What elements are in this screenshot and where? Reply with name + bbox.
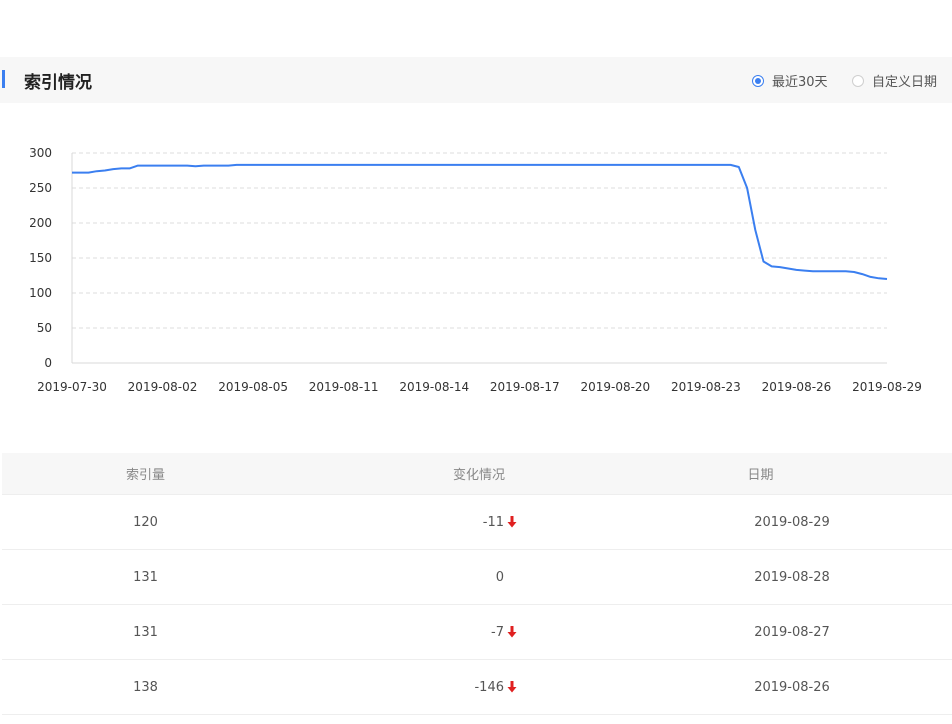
x-tick-label: 2019-08-29 [852, 380, 922, 394]
y-tick-label: 200 [29, 216, 52, 230]
table-row: 120 -11 2019-08-29 [2, 495, 952, 550]
cell-change: -146 [289, 680, 517, 695]
cell-change: -7 [289, 625, 517, 640]
y-tick-label: 100 [29, 286, 52, 300]
range-option-last-30-days[interactable]: 最近30天 [752, 71, 828, 90]
y-tick-label: 250 [29, 181, 52, 195]
cell-change: 0 [289, 570, 517, 585]
cell-count: 131 [133, 569, 158, 585]
table-row: 131 0 2019-08-28 [2, 550, 952, 605]
header-count: 索引量 [125, 468, 165, 483]
cell-count: 138 [133, 679, 158, 695]
y-tick-label: 300 [29, 146, 52, 160]
x-tick-label: 2019-08-05 [218, 380, 288, 394]
table-row: 131 -7 2019-08-27 [2, 605, 952, 660]
cell-date: 2019-08-28 [754, 569, 830, 585]
x-tick-label: 2019-08-11 [309, 380, 379, 394]
index-table: 索引量 变化情况 日期 120 -11 2019-08-29 131 0 2019-08-… [2, 453, 952, 715]
change-value: -11 [482, 514, 504, 530]
x-tick-label: 2019-08-26 [762, 380, 832, 394]
range-option-label: 最近30天 [772, 75, 828, 90]
y-tick-label: 0 [44, 356, 52, 370]
header-date: 日期 [747, 468, 774, 483]
radio-unchecked-icon[interactable] [852, 74, 864, 87]
x-tick-label: 2019-08-17 [490, 380, 560, 394]
table-header: 索引量 变化情况 日期 [2, 453, 952, 495]
cell-date: 2019-08-29 [754, 514, 830, 530]
section-title: 索引情况 [24, 73, 92, 93]
cell-change: -11 [289, 515, 517, 530]
table-row: 138 -146 2019-08-26 [2, 660, 952, 715]
index-line-chart: 0 50 100 150 200 250 300 2019-07-30 2019-08-02 20… [29, 146, 922, 394]
accent-bar [2, 70, 5, 88]
cell-count: 120 [133, 514, 158, 530]
x-tick-label: 2019-08-14 [399, 380, 469, 394]
range-option-label: 自定义日期 [872, 75, 938, 90]
arrow-down-icon [507, 680, 517, 692]
range-option-custom-date[interactable]: 自定义日期 [852, 71, 937, 90]
y-tick-label: 150 [29, 251, 52, 265]
series-line [72, 163, 888, 280]
cell-date: 2019-08-26 [754, 679, 830, 695]
y-tick-label: 50 [37, 321, 52, 335]
arrow-down-icon [507, 625, 517, 637]
change-value: -7 [491, 624, 504, 640]
x-tick-label: 2019-08-23 [671, 380, 741, 394]
section-header: 索引情况 最近30天 自定义日期 [0, 57, 952, 103]
cell-count: 131 [133, 624, 158, 640]
table-body: 120 -11 2019-08-29 131 0 2019-08-28 131 -7 2019-… [2, 495, 952, 715]
cell-date: 2019-08-27 [754, 624, 830, 640]
x-tick-label: 2019-08-02 [128, 380, 198, 394]
arrow-down-icon [507, 515, 517, 527]
x-tick-label: 2019-08-20 [580, 380, 650, 394]
x-tick-label: 2019-07-30 [37, 380, 107, 394]
radio-checked-icon[interactable] [752, 74, 764, 87]
change-value: -146 [474, 679, 504, 695]
change-value: 0 [495, 569, 504, 585]
